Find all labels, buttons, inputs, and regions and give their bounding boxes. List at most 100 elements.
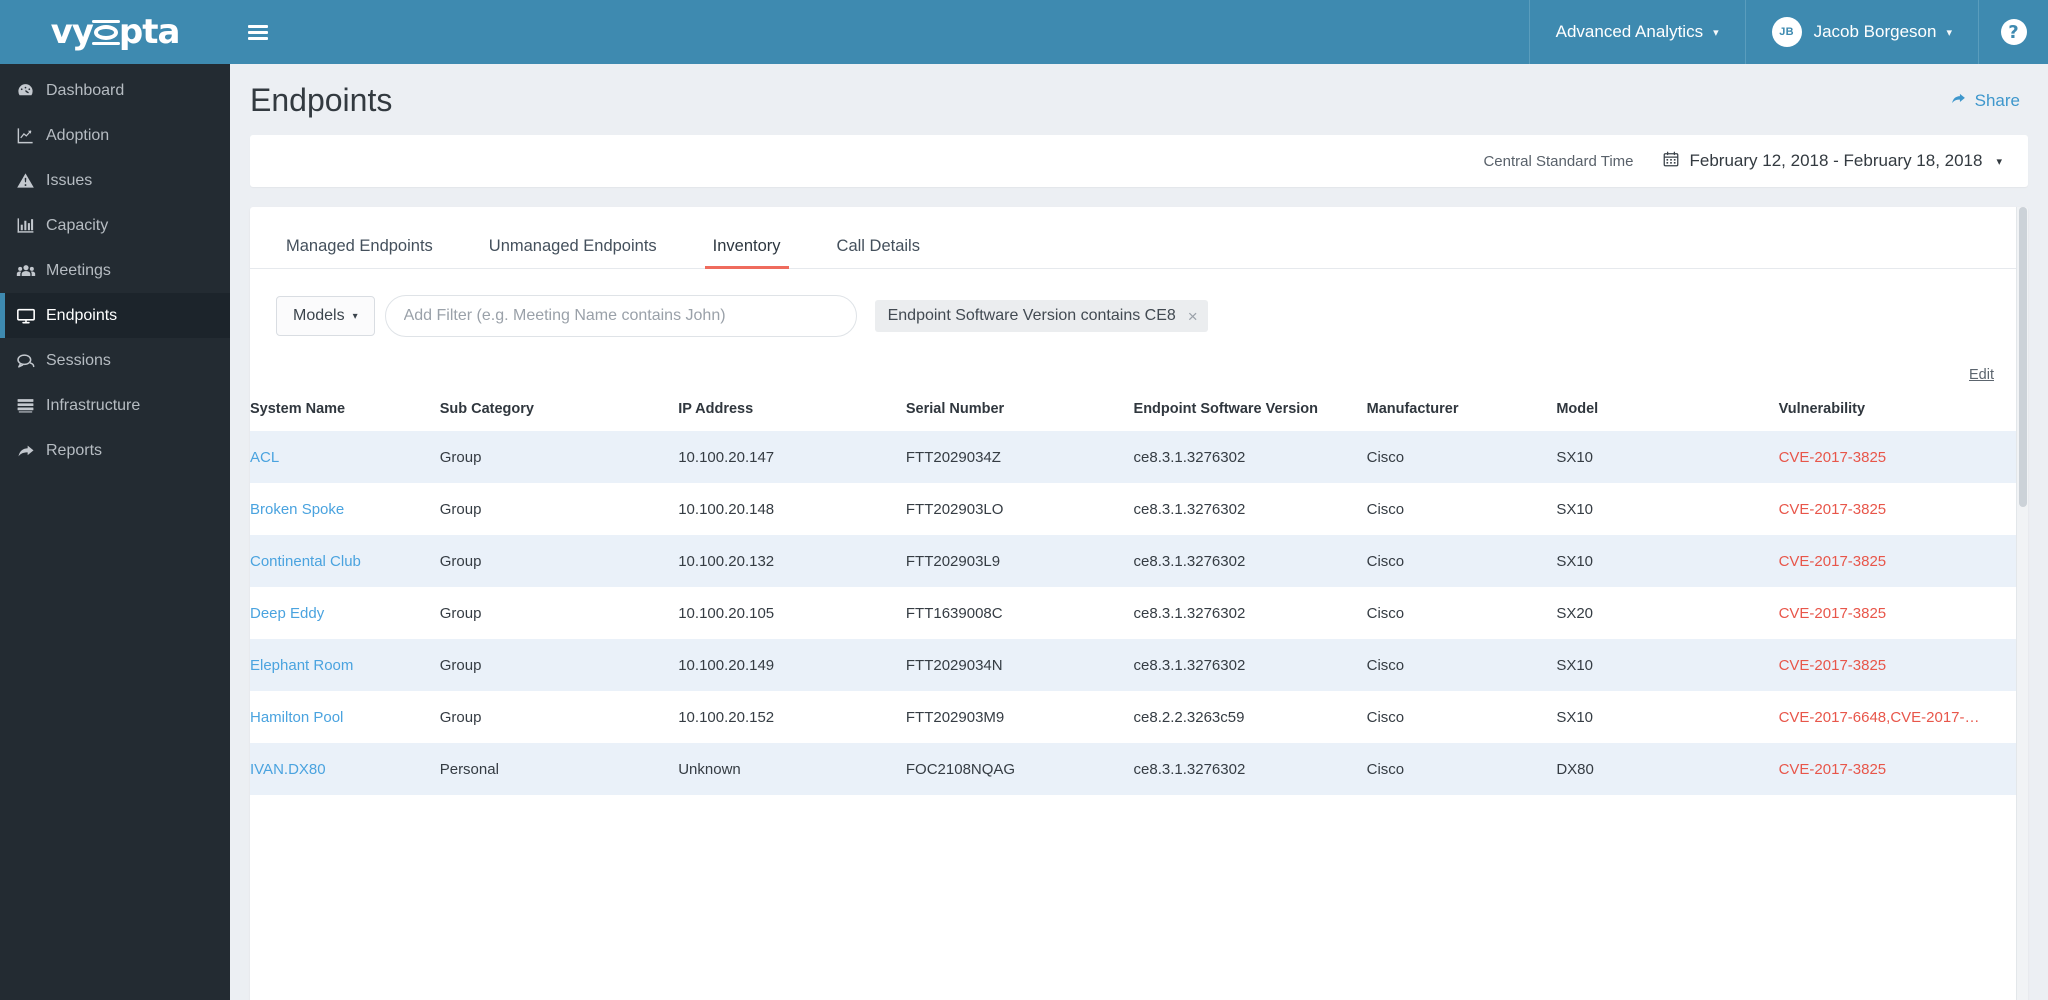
brand-logo[interactable]: vy pta xyxy=(0,0,230,64)
table-row[interactable]: Elephant Room Group 10.100.20.149 FTT202… xyxy=(250,639,2028,691)
system-name-link[interactable]: ACL xyxy=(250,449,279,466)
chevron-down-icon: ▾ xyxy=(352,310,358,322)
share-button[interactable]: Share xyxy=(1950,90,2020,112)
column-header-manufacturer[interactable]: Manufacturer xyxy=(1367,401,1557,431)
system-name-link[interactable]: Deep Eddy xyxy=(250,605,324,622)
app-root: vy pta Dashboard Adoption Issues Capacit… xyxy=(0,0,2048,1000)
sidebar-item-label: Endpoints xyxy=(46,306,118,324)
inventory-table: System Name Sub Category IP Address Seri… xyxy=(250,401,2028,795)
help-button[interactable]: ? xyxy=(1978,0,2048,64)
column-header-model[interactable]: Model xyxy=(1556,401,1778,431)
tab-inventory[interactable]: Inventory xyxy=(691,237,803,269)
system-name-link[interactable]: Continental Club xyxy=(250,553,361,570)
cell-software-version: ce8.3.1.3276302 xyxy=(1133,431,1367,483)
sidebar-item-dashboard[interactable]: Dashboard xyxy=(0,68,230,113)
share-arrow-icon xyxy=(1950,90,1967,112)
column-header-ip-address[interactable]: IP Address xyxy=(678,401,906,431)
cell-manufacturer: Cisco xyxy=(1366,500,1405,518)
table-row[interactable]: Hamilton Pool Group 10.100.20.152 FTT202… xyxy=(250,691,2028,743)
cell-ip-address: 10.100.20.105 xyxy=(678,604,775,622)
table-row[interactable]: Broken Spoke Group 10.100.20.148 FTT2029… xyxy=(250,483,2028,535)
sidebar-item-sessions[interactable]: Sessions xyxy=(0,338,230,383)
sidebar-item-capacity[interactable]: Capacity xyxy=(0,203,230,248)
cell-sub-category: Group xyxy=(439,500,482,518)
cell-model: DX80 xyxy=(1556,743,1779,795)
sidebar-item-adoption[interactable]: Adoption xyxy=(0,113,230,158)
hamburger-icon[interactable] xyxy=(230,0,286,64)
sidebar-item-label: Capacity xyxy=(46,216,109,234)
tab-call-details[interactable]: Call Details xyxy=(815,237,942,269)
system-name-link[interactable]: Hamilton Pool xyxy=(250,709,343,726)
table-header: System Name Sub Category IP Address Seri… xyxy=(250,401,2028,431)
vulnerability-link[interactable]: CVE-2017-3825 xyxy=(1779,605,1887,622)
system-name-link[interactable]: IVAN.DX80 xyxy=(250,761,326,778)
cell-software-version: ce8.3.1.3276302 xyxy=(1133,604,1246,622)
table-row[interactable]: Continental Club Group 10.100.20.132 FTT… xyxy=(250,535,2028,587)
system-name-link[interactable]: Elephant Room xyxy=(250,657,353,674)
active-filter-chip[interactable]: Endpoint Software Version contains CE8 × xyxy=(874,300,1208,332)
cell-manufacturer: Cisco xyxy=(1366,743,1557,795)
filter-bar: Models ▾ Endpoint Software Version conta… xyxy=(250,269,2028,337)
sidebar-item-label: Adoption xyxy=(46,126,110,144)
cell-model: SX10 xyxy=(1556,431,1779,483)
sidebar-item-label: Sessions xyxy=(46,351,111,369)
sidebar-item-label: Dashboard xyxy=(46,81,125,99)
cell-model: SX10 xyxy=(1556,708,1594,726)
models-dropdown-button[interactable]: Models ▾ xyxy=(276,296,375,336)
vulnerability-link[interactable]: CVE-2017-3825 xyxy=(1779,657,1887,674)
cell-serial-number: FOC2108NQAG xyxy=(905,743,1134,795)
cell-ip-address: 10.100.20.148 xyxy=(678,500,775,518)
cell-ip-address: 10.100.20.132 xyxy=(678,535,906,587)
chevron-down-icon: ▾ xyxy=(1713,26,1719,39)
sidebar-nav: Dashboard Adoption Issues Capacity Meeti… xyxy=(0,64,230,473)
inventory-card: Managed Endpoints Unmanaged Endpoints In… xyxy=(250,207,2028,1000)
cell-software-version: ce8.3.1.3276302 xyxy=(1133,743,1367,795)
cell-ip-address: Unknown xyxy=(678,743,906,795)
column-header-sub-category[interactable]: Sub Category xyxy=(440,401,679,431)
column-header-software-version[interactable]: Endpoint Software Version xyxy=(1134,401,1367,431)
timezone-label: Central Standard Time xyxy=(1483,152,1634,170)
vulnerability-link[interactable]: CVE-2017-3825 xyxy=(1779,553,1887,570)
close-icon[interactable]: × xyxy=(1188,308,1198,325)
warning-triangle-icon xyxy=(16,171,46,190)
logo-text-part1: vy xyxy=(50,12,94,52)
product-selector[interactable]: Advanced Analytics ▾ xyxy=(1528,0,1745,64)
calendar-icon xyxy=(1662,150,1680,173)
product-selector-label: Advanced Analytics xyxy=(1555,22,1704,41)
date-range-picker[interactable]: February 12, 2018 - February 18, 2018 ▾ xyxy=(1662,150,2002,173)
cell-model: SX10 xyxy=(1556,535,1779,587)
sidebar-item-endpoints[interactable]: Endpoints xyxy=(0,293,230,338)
top-bar: Advanced Analytics ▾ JB Jacob Borgeson ▾… xyxy=(230,0,2048,64)
column-header-system-name[interactable]: System Name xyxy=(250,401,440,431)
tab-unmanaged-endpoints[interactable]: Unmanaged Endpoints xyxy=(467,236,679,269)
vulnerability-link[interactable]: CVE-2017-3825 xyxy=(1779,761,1887,778)
sidebar-item-infrastructure[interactable]: Infrastructure xyxy=(0,383,230,428)
table-row[interactable]: Deep Eddy Group 10.100.20.105 FTT1639008… xyxy=(250,587,2028,639)
avatar: JB xyxy=(1771,17,1802,47)
scrollbar-thumb[interactable] xyxy=(2019,207,2027,507)
vulnerability-link[interactable]: CVE-2017-3825 xyxy=(1779,501,1887,518)
sidebar-item-label: Reports xyxy=(46,441,103,459)
column-header-serial-number[interactable]: Serial Number xyxy=(906,401,1134,431)
logo-text-part2: pta xyxy=(118,12,181,52)
sidebar-item-reports[interactable]: Reports xyxy=(0,428,230,473)
sidebar-item-issues[interactable]: Issues xyxy=(0,158,230,203)
vulnerability-link[interactable]: CVE-2017-3825 xyxy=(1779,449,1887,466)
add-filter-input[interactable] xyxy=(384,295,857,337)
tab-managed-endpoints[interactable]: Managed Endpoints xyxy=(264,237,455,269)
column-header-vulnerability[interactable]: Vulnerability xyxy=(1779,401,2028,431)
vertical-scrollbar[interactable] xyxy=(2016,207,2028,1000)
vulnerability-link[interactable]: CVE-2017-6648,CVE-2017-… xyxy=(1779,709,1980,726)
tab-label: Unmanaged Endpoints xyxy=(488,236,657,255)
cell-model: SX10 xyxy=(1556,500,1594,518)
table-row[interactable]: IVAN.DX80 Personal Unknown FOC2108NQAG c… xyxy=(250,743,2028,795)
table-row[interactable]: ACL Group 10.100.20.147 FTT2029034Z ce8.… xyxy=(250,431,2028,483)
sidebar-item-meetings[interactable]: Meetings xyxy=(0,248,230,293)
system-name-link[interactable]: Broken Spoke xyxy=(250,501,344,518)
edit-columns-link[interactable]: Edit xyxy=(1969,367,1994,383)
cell-software-version: ce8.2.2.3263c59 xyxy=(1133,708,1245,726)
page-header: Endpoints Share xyxy=(230,64,2048,129)
user-menu[interactable]: JB Jacob Borgeson ▾ xyxy=(1744,0,1978,64)
tab-bar: Managed Endpoints Unmanaged Endpoints In… xyxy=(250,207,2028,269)
